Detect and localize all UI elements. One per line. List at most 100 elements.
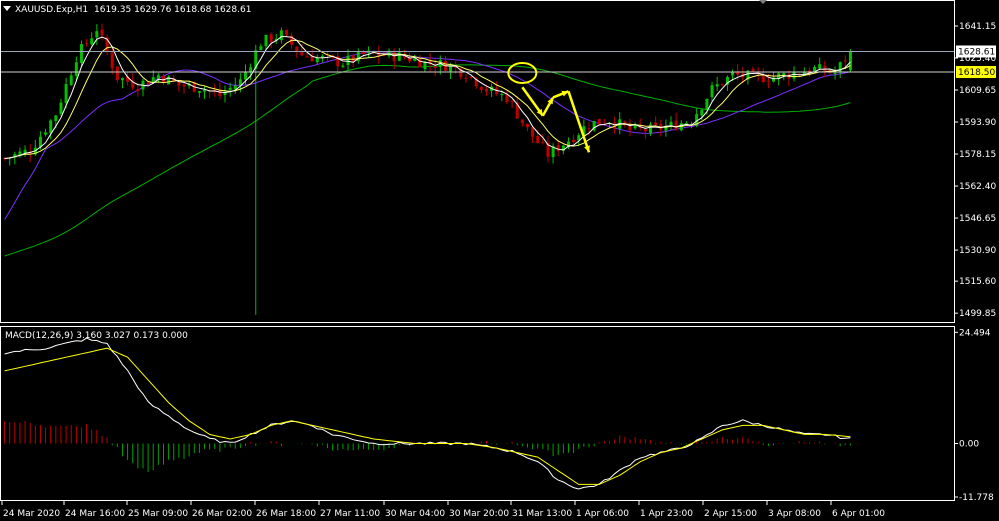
chart-background bbox=[0, 0, 999, 521]
time-tick-label: 31 Mar 13:00 bbox=[512, 509, 572, 519]
candle-body bbox=[674, 120, 678, 130]
candle-body bbox=[202, 90, 206, 92]
candle-body bbox=[79, 44, 83, 64]
candle-body bbox=[705, 99, 709, 110]
candle-body bbox=[525, 123, 529, 128]
candle-body bbox=[44, 132, 48, 135]
candle-body bbox=[59, 102, 63, 114]
candle-body bbox=[848, 51, 852, 71]
candle-body bbox=[751, 68, 755, 72]
candle-body bbox=[197, 91, 201, 93]
candle-body bbox=[95, 31, 99, 38]
candle-body bbox=[279, 30, 283, 41]
candle-body bbox=[833, 72, 837, 74]
time-tick-label: 24 Mar 16:00 bbox=[65, 509, 125, 519]
chart-window: 1641.151625.401609.651593.901578.151562.… bbox=[0, 0, 999, 521]
price-tick-label: 1578.15 bbox=[959, 150, 996, 160]
candle-body bbox=[341, 65, 345, 67]
ohlc-readout: 1619.35 1629.76 1618.68 1628.61 bbox=[94, 5, 251, 15]
price-tick-label: 1530.90 bbox=[959, 246, 996, 256]
candle-body bbox=[115, 66, 119, 80]
time-tick-label: 26 Mar 02:00 bbox=[192, 509, 252, 519]
candle-body bbox=[244, 71, 248, 80]
candle-body bbox=[520, 119, 524, 124]
candle-body bbox=[643, 128, 647, 132]
time-tick-label: 30 Mar 20:00 bbox=[449, 509, 509, 519]
candle-body bbox=[346, 55, 350, 66]
candle-body bbox=[54, 115, 58, 122]
candle-body bbox=[731, 72, 735, 76]
candle-body bbox=[300, 51, 304, 56]
bid-price-tag: 1628.61 bbox=[958, 47, 995, 57]
symbol-title: XAUUSD.Exp,H1 bbox=[15, 5, 88, 15]
macd-tick-label: 24.494 bbox=[959, 328, 991, 338]
time-tick-label: 2 Apr 15:00 bbox=[704, 509, 757, 519]
time-tick-label: 25 Mar 09:00 bbox=[128, 509, 188, 519]
candle-body bbox=[90, 38, 94, 45]
time-tick-label: 26 Mar 18:00 bbox=[256, 509, 316, 519]
candle-body bbox=[264, 34, 268, 47]
candle-body bbox=[469, 76, 473, 78]
candle-body bbox=[843, 60, 847, 62]
macd-title: MACD(12,26,9) 3.160 3.027 0.173 0.000 bbox=[5, 331, 188, 341]
candle-body bbox=[305, 56, 309, 58]
current-price-tag: 1618.50 bbox=[958, 68, 995, 78]
candle-body bbox=[597, 118, 601, 125]
candle-body bbox=[536, 135, 540, 144]
candle-body bbox=[838, 62, 842, 73]
price-tick-label: 1499.85 bbox=[959, 309, 996, 319]
candle-body bbox=[351, 55, 355, 62]
macd-tick-label: -11.778 bbox=[959, 493, 994, 503]
candle-body bbox=[110, 52, 114, 69]
candle-body bbox=[320, 55, 324, 58]
candle-body bbox=[654, 122, 658, 125]
candle-body bbox=[433, 66, 437, 68]
candle-body bbox=[85, 42, 89, 44]
candle-body bbox=[572, 139, 576, 143]
candle-body bbox=[700, 109, 704, 116]
candle-body bbox=[23, 149, 27, 153]
candle-body bbox=[792, 72, 796, 79]
time-tick-label: 30 Mar 04:00 bbox=[385, 509, 445, 519]
candle-body bbox=[120, 78, 124, 81]
candle-body bbox=[69, 75, 73, 86]
candle-body bbox=[500, 93, 504, 95]
candle-body bbox=[818, 64, 822, 69]
time-tick-label: 27 Mar 11:00 bbox=[320, 509, 380, 519]
time-tick-label: 1 Apr 06:00 bbox=[576, 509, 629, 519]
candle-body bbox=[541, 141, 545, 143]
price-tick-label: 1515.60 bbox=[959, 277, 996, 287]
price-tick-label: 1562.40 bbox=[959, 182, 996, 192]
time-tick-label: 6 Apr 01:00 bbox=[832, 509, 885, 519]
candle-body bbox=[146, 82, 150, 85]
candle-body bbox=[766, 80, 770, 82]
macd-tick-label: 0.00 bbox=[959, 440, 979, 450]
candle-body bbox=[156, 75, 160, 79]
time-tick-label: 1 Apr 23:00 bbox=[640, 509, 693, 519]
candle-body bbox=[484, 88, 488, 92]
candle-body bbox=[285, 30, 289, 35]
price-tick-label: 1546.65 bbox=[959, 214, 996, 224]
candle-body bbox=[413, 58, 417, 61]
candle-body bbox=[720, 84, 724, 86]
candle-body bbox=[464, 77, 468, 79]
candle-body bbox=[761, 74, 765, 83]
candle-body bbox=[182, 84, 186, 87]
candle-body bbox=[74, 62, 78, 76]
price-tick-label: 1641.15 bbox=[959, 22, 996, 32]
candle-body bbox=[259, 46, 263, 51]
candle-body bbox=[715, 84, 719, 87]
candle-body bbox=[710, 85, 714, 98]
candle-body bbox=[479, 86, 483, 90]
price-tick-label: 1609.65 bbox=[959, 86, 996, 96]
price-tick-label: 1593.90 bbox=[959, 118, 996, 128]
candle-body bbox=[49, 120, 53, 134]
candle-body bbox=[269, 34, 273, 43]
candle-body bbox=[556, 145, 560, 152]
candle-body bbox=[228, 87, 232, 90]
time-tick-label: 3 Apr 08:00 bbox=[768, 509, 821, 519]
time-tick-label: 24 Mar 2020 bbox=[3, 509, 60, 519]
candle-body bbox=[64, 83, 68, 104]
candle-body bbox=[397, 52, 401, 61]
candle-body bbox=[510, 101, 514, 103]
